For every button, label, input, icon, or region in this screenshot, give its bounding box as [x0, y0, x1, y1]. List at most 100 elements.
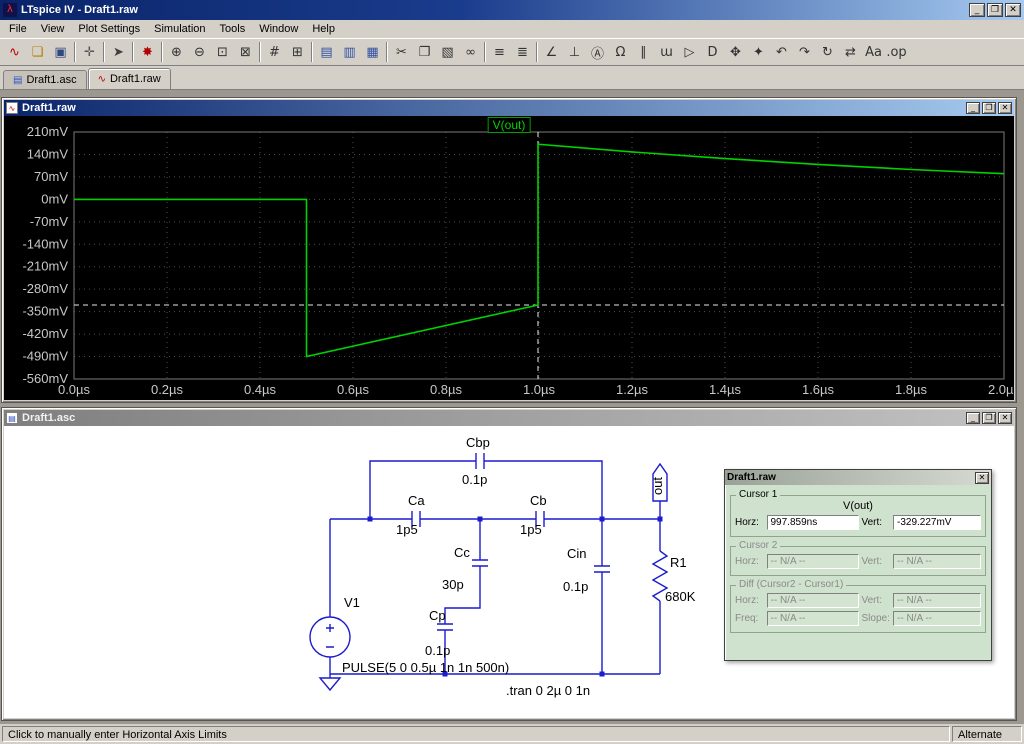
rotate-button[interactable]: ↻: [816, 41, 839, 63]
waveform-window-titlebar[interactable]: ∿ Draft1.raw _ ❐ ✕: [4, 100, 1014, 116]
new-schematic-icon: ∿: [9, 45, 20, 60]
save-file-button[interactable]: ▣: [49, 41, 72, 63]
schematic-minimize-button[interactable]: _: [966, 412, 980, 424]
mirror-button[interactable]: ⇄: [839, 41, 862, 63]
cursor1-horz-value[interactable]: 997.859ns: [767, 515, 859, 530]
ground-symbol[interactable]: [320, 678, 340, 690]
schematic-window-titlebar[interactable]: ▤ Draft1.asc _ ❐ ✕: [4, 410, 1014, 426]
grid-toggle-button[interactable]: ⊞: [286, 41, 309, 63]
cascade-windows-button[interactable]: ▦: [361, 41, 384, 63]
v1-name-label[interactable]: V1: [344, 595, 360, 610]
schematic-close-button[interactable]: ✕: [998, 412, 1012, 424]
cc-name-label[interactable]: Cc: [454, 545, 470, 560]
text-button[interactable]: Aa: [862, 41, 885, 63]
tran-directive-label[interactable]: .tran 0 2µ 0 1n: [506, 683, 590, 698]
copy-button[interactable]: ❐: [413, 41, 436, 63]
resistor-icon: Ω: [616, 45, 626, 60]
cb-value-label[interactable]: 1p5: [520, 522, 542, 537]
ground-button[interactable]: ⊥: [563, 41, 586, 63]
zoom-in-button[interactable]: ⊕: [165, 41, 188, 63]
capacitor-button[interactable]: ∥: [632, 41, 655, 63]
capacitor-cin-symbol[interactable]: [594, 566, 610, 572]
spice-directive-button[interactable]: .op: [885, 41, 908, 63]
print-preview-button[interactable]: ≡: [488, 41, 511, 63]
menu-tools[interactable]: Tools: [213, 21, 253, 37]
drag-button[interactable]: ✦: [747, 41, 770, 63]
menu-bar: FileViewPlot SettingsSimulationToolsWind…: [0, 20, 1024, 39]
menu-simulation[interactable]: Simulation: [147, 21, 212, 37]
undo-button[interactable]: ↶: [770, 41, 793, 63]
app-minimize-button[interactable]: _: [969, 3, 985, 17]
find-button[interactable]: ∞: [459, 41, 482, 63]
cursor-panel-close-button[interactable]: ✕: [975, 472, 989, 484]
print-icon: ≣: [517, 45, 528, 60]
waveform-plot-area[interactable]: 210mV140mV70mV0mV-70mV-140mV-210mV-280mV…: [4, 116, 1014, 400]
waveform-maximize-button[interactable]: ❐: [982, 102, 996, 114]
autorange-y-button[interactable]: #: [263, 41, 286, 63]
menu-file[interactable]: File: [2, 21, 34, 37]
menu-window[interactable]: Window: [252, 21, 305, 37]
control-panel-button[interactable]: ✛: [78, 41, 101, 63]
net-flag-out-label[interactable]: out: [650, 477, 665, 495]
cut-button[interactable]: ✂: [390, 41, 413, 63]
waveform-close-button[interactable]: ✕: [998, 102, 1012, 114]
menu-plot-settings[interactable]: Plot Settings: [71, 21, 147, 37]
cursor-panel-titlebar[interactable]: Draft1.raw ✕: [725, 470, 991, 485]
inductor-icon: ɯ: [660, 45, 673, 60]
capacitor-cc-symbol[interactable]: [472, 560, 488, 566]
paste-button[interactable]: ▧: [436, 41, 459, 63]
run-simulation-button[interactable]: ➤: [107, 41, 130, 63]
cb-name-label[interactable]: Cb: [530, 493, 547, 508]
trace-label[interactable]: V(out): [488, 117, 531, 133]
zoom-full-extents-button[interactable]: ⊠: [234, 41, 257, 63]
new-schematic-button[interactable]: ∿: [3, 41, 26, 63]
tab-draft1-raw[interactable]: ∿Draft1.raw: [88, 68, 171, 89]
cbp-name-label[interactable]: Cbp: [466, 435, 490, 450]
cp-name-label[interactable]: Cp: [429, 608, 446, 623]
waveform-minimize-button[interactable]: _: [966, 102, 980, 114]
capacitor-cbp-symbol[interactable]: [476, 453, 484, 469]
net-label-button[interactable]: Ⓐ: [586, 41, 609, 63]
menu-help[interactable]: Help: [305, 21, 342, 37]
schematic-maximize-button[interactable]: ❐: [982, 412, 996, 424]
cursor1-group: Cursor 1 V(out) Horz: 997.859ns Vert: -3…: [730, 495, 986, 537]
r1-value-label[interactable]: 680K: [665, 589, 696, 604]
capacitor-cp-symbol[interactable]: [437, 624, 453, 630]
component-button[interactable]: D: [701, 41, 724, 63]
ca-value-label[interactable]: 1p5: [396, 522, 418, 537]
resistor-button[interactable]: Ω: [609, 41, 632, 63]
menu-view[interactable]: View: [34, 21, 72, 37]
diff-group: Diff (Cursor2 - Cursor1) Horz: -- N/A --…: [730, 585, 986, 633]
app-maximize-button[interactable]: ❐: [987, 3, 1003, 17]
move-button[interactable]: ✥: [724, 41, 747, 63]
halt-simulation-button[interactable]: ✸: [136, 41, 159, 63]
tile-vertical-button[interactable]: ▥: [338, 41, 361, 63]
wire[interactable]: [370, 461, 602, 519]
open-file-button[interactable]: ❏: [26, 41, 49, 63]
diode-button[interactable]: ▷: [678, 41, 701, 63]
cin-value-label[interactable]: 0.1p: [563, 579, 588, 594]
app-close-button[interactable]: ✕: [1005, 3, 1021, 17]
print-button[interactable]: ≣: [511, 41, 534, 63]
tile-horizontal-button[interactable]: ▤: [315, 41, 338, 63]
inductor-button[interactable]: ɯ: [655, 41, 678, 63]
v1-value-label[interactable]: PULSE(5 0 0.5µ 1n 1n 500n): [342, 660, 509, 675]
waveform-trace[interactable]: [74, 144, 1004, 356]
voltage-source-v1-symbol[interactable]: [310, 617, 350, 657]
cursor1-vert-value[interactable]: -329.227mV: [893, 515, 981, 530]
document-tab-bar: ▤Draft1.asc∿Draft1.raw: [0, 66, 1024, 90]
cin-name-label[interactable]: Cin: [567, 546, 587, 561]
zoom-area-button[interactable]: ⊡: [211, 41, 234, 63]
cc-value-label[interactable]: 30p: [442, 577, 464, 592]
cbp-value-label[interactable]: 0.1p: [462, 472, 487, 487]
toolbar-separator: [161, 42, 163, 62]
r1-name-label[interactable]: R1: [670, 555, 687, 570]
ca-name-label[interactable]: Ca: [408, 493, 425, 508]
draft-wire-button[interactable]: ∠: [540, 41, 563, 63]
waveform-svg: 210mV140mV70mV0mV-70mV-140mV-210mV-280mV…: [4, 116, 1014, 400]
cp-value-label[interactable]: 0.1p: [425, 643, 450, 658]
tab-draft1-asc[interactable]: ▤Draft1.asc: [3, 70, 87, 89]
redo-button[interactable]: ↷: [793, 41, 816, 63]
zoom-out-button[interactable]: ⊖: [188, 41, 211, 63]
schematic-canvas[interactable]: Cbp 0.1p Ca 1p5 Cb 1p5 Cc 30p Cp 0.1p Ci…: [4, 426, 1014, 718]
